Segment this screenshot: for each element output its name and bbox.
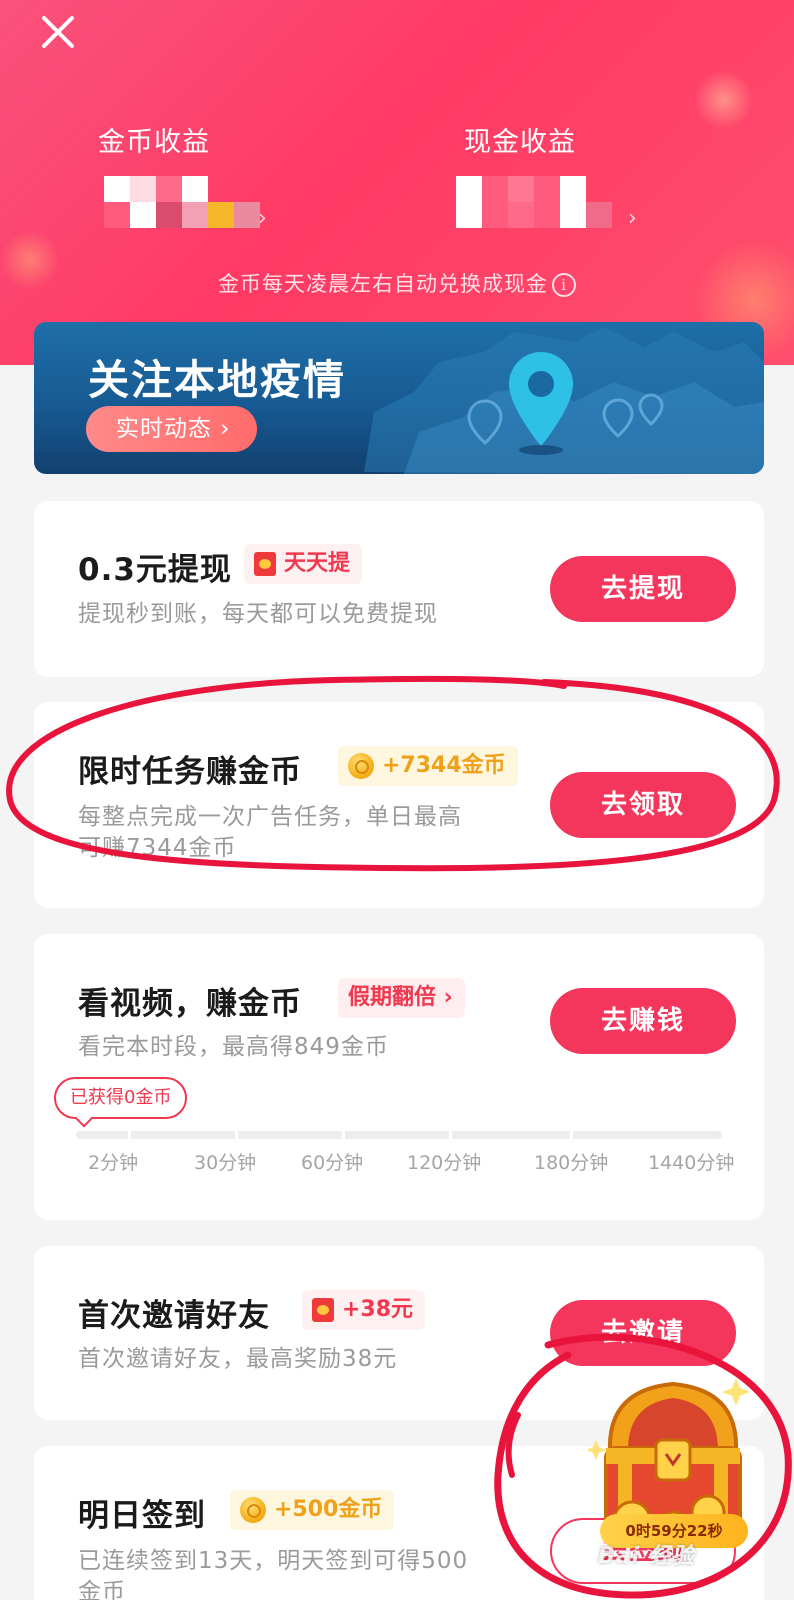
cash-earnings[interactable]: 现金收益 › [456, 120, 637, 231]
epidemic-banner[interactable]: 关注本地疫情 实时动态 › [34, 322, 764, 474]
task-desc-line1: 已连续签到13天，明天签到可得500 [78, 1548, 469, 1574]
task-desc-line2: 可赚7344金币 [78, 835, 237, 861]
task-tag: +500金币 [230, 1490, 395, 1530]
holiday-double-tag[interactable]: 假期翻倍 › [338, 978, 465, 1018]
realtime-updates-button[interactable]: 实时动态 › [86, 406, 257, 452]
task-tag-label: +38元 [342, 1297, 414, 1322]
task-card-watch-video: 看视频，赚金币 假期翻倍 › 看完本时段，最高得849金币 去赚钱 已获得0金币… [34, 934, 764, 1220]
claim-button[interactable]: 去领取 [550, 772, 736, 838]
task-title: 首次邀请好友 [78, 1298, 270, 1334]
progress-tick-label: 60分钟 [301, 1152, 364, 1174]
exchange-note: 金币每天凌晨左右自动兑换成现金 i [0, 268, 794, 298]
task-tag-label: +7344金币 [382, 753, 506, 778]
decor-coin-glow [694, 70, 754, 130]
chevron-right-icon: › [258, 206, 267, 231]
red-packet-icon [254, 552, 276, 576]
task-desc-line2: 金币 [78, 1579, 126, 1600]
exchange-note-text: 金币每天凌晨左右自动兑换成现金 [218, 272, 548, 296]
task-tag-label: 假期翻倍 › [348, 985, 453, 1010]
progress-tick-label: 180分钟 [534, 1152, 609, 1174]
coin-icon [240, 1497, 266, 1523]
task-card-limited-time: 限时任务赚金币 +7344金币 每整点完成一次广告任务，单日最高 可赚7344金… [34, 702, 764, 908]
task-tag-label: +500金币 [274, 1497, 383, 1522]
coin-earnings[interactable]: 金币收益 › [98, 120, 267, 231]
earn-money-button[interactable]: 去赚钱 [550, 988, 736, 1054]
task-title: 明日签到 [78, 1498, 206, 1534]
task-tag: +38元 [302, 1290, 426, 1330]
info-icon[interactable]: i [552, 273, 576, 297]
cash-earnings-label: 现金收益 [464, 127, 576, 158]
earned-coins-badge: 已获得0金币 [54, 1077, 188, 1119]
coin-earnings-value-blurred [104, 176, 260, 228]
task-title: 看视频，赚金币 [78, 986, 302, 1022]
task-tag-label: 天天提 [284, 551, 351, 576]
task-tag: +7344金币 [338, 746, 518, 786]
cash-earnings-value-blurred [456, 176, 612, 228]
coin-icon [348, 753, 374, 779]
baidu-watermark: Bai 经验 [598, 1544, 695, 1569]
coin-earnings-label: 金币收益 [98, 127, 210, 158]
invite-button[interactable]: 去邀请 [550, 1300, 736, 1366]
task-desc: 首次邀请好友，最高奖励38元 [78, 1346, 398, 1372]
red-packet-icon [312, 1298, 334, 1322]
progress-tick-label: 120分钟 [407, 1152, 482, 1174]
close-icon[interactable] [36, 10, 80, 54]
banner-title: 关注本地疫情 [88, 356, 346, 404]
chevron-right-icon: › [628, 206, 637, 231]
task-title: 限时任务赚金币 [78, 754, 302, 790]
task-desc: 提现秒到账，每天都可以免费提现 [78, 601, 438, 627]
task-desc-line1: 每整点完成一次广告任务，单日最高 [78, 804, 462, 830]
task-card-withdraw: 0.3元提现 天天提 提现秒到账，每天都可以免费提现 去提现 [34, 501, 764, 677]
withdraw-button[interactable]: 去提现 [550, 556, 736, 622]
earnings-header: 金币收益 › 现金收益 › 金币每天凌晨左右自动兑换成现金 i [0, 0, 794, 365]
progress-tick-label: 1440分钟 [648, 1152, 735, 1174]
progress-tick-label: 30分钟 [194, 1152, 257, 1174]
video-progress-track [76, 1131, 722, 1139]
map-illustration [364, 327, 764, 474]
task-title: 0.3元提现 [78, 552, 232, 588]
progress-tick-label: 2分钟 [88, 1152, 139, 1174]
task-desc: 看完本时段，最高得849金币 [78, 1034, 389, 1060]
task-tag: 天天提 [244, 544, 363, 584]
